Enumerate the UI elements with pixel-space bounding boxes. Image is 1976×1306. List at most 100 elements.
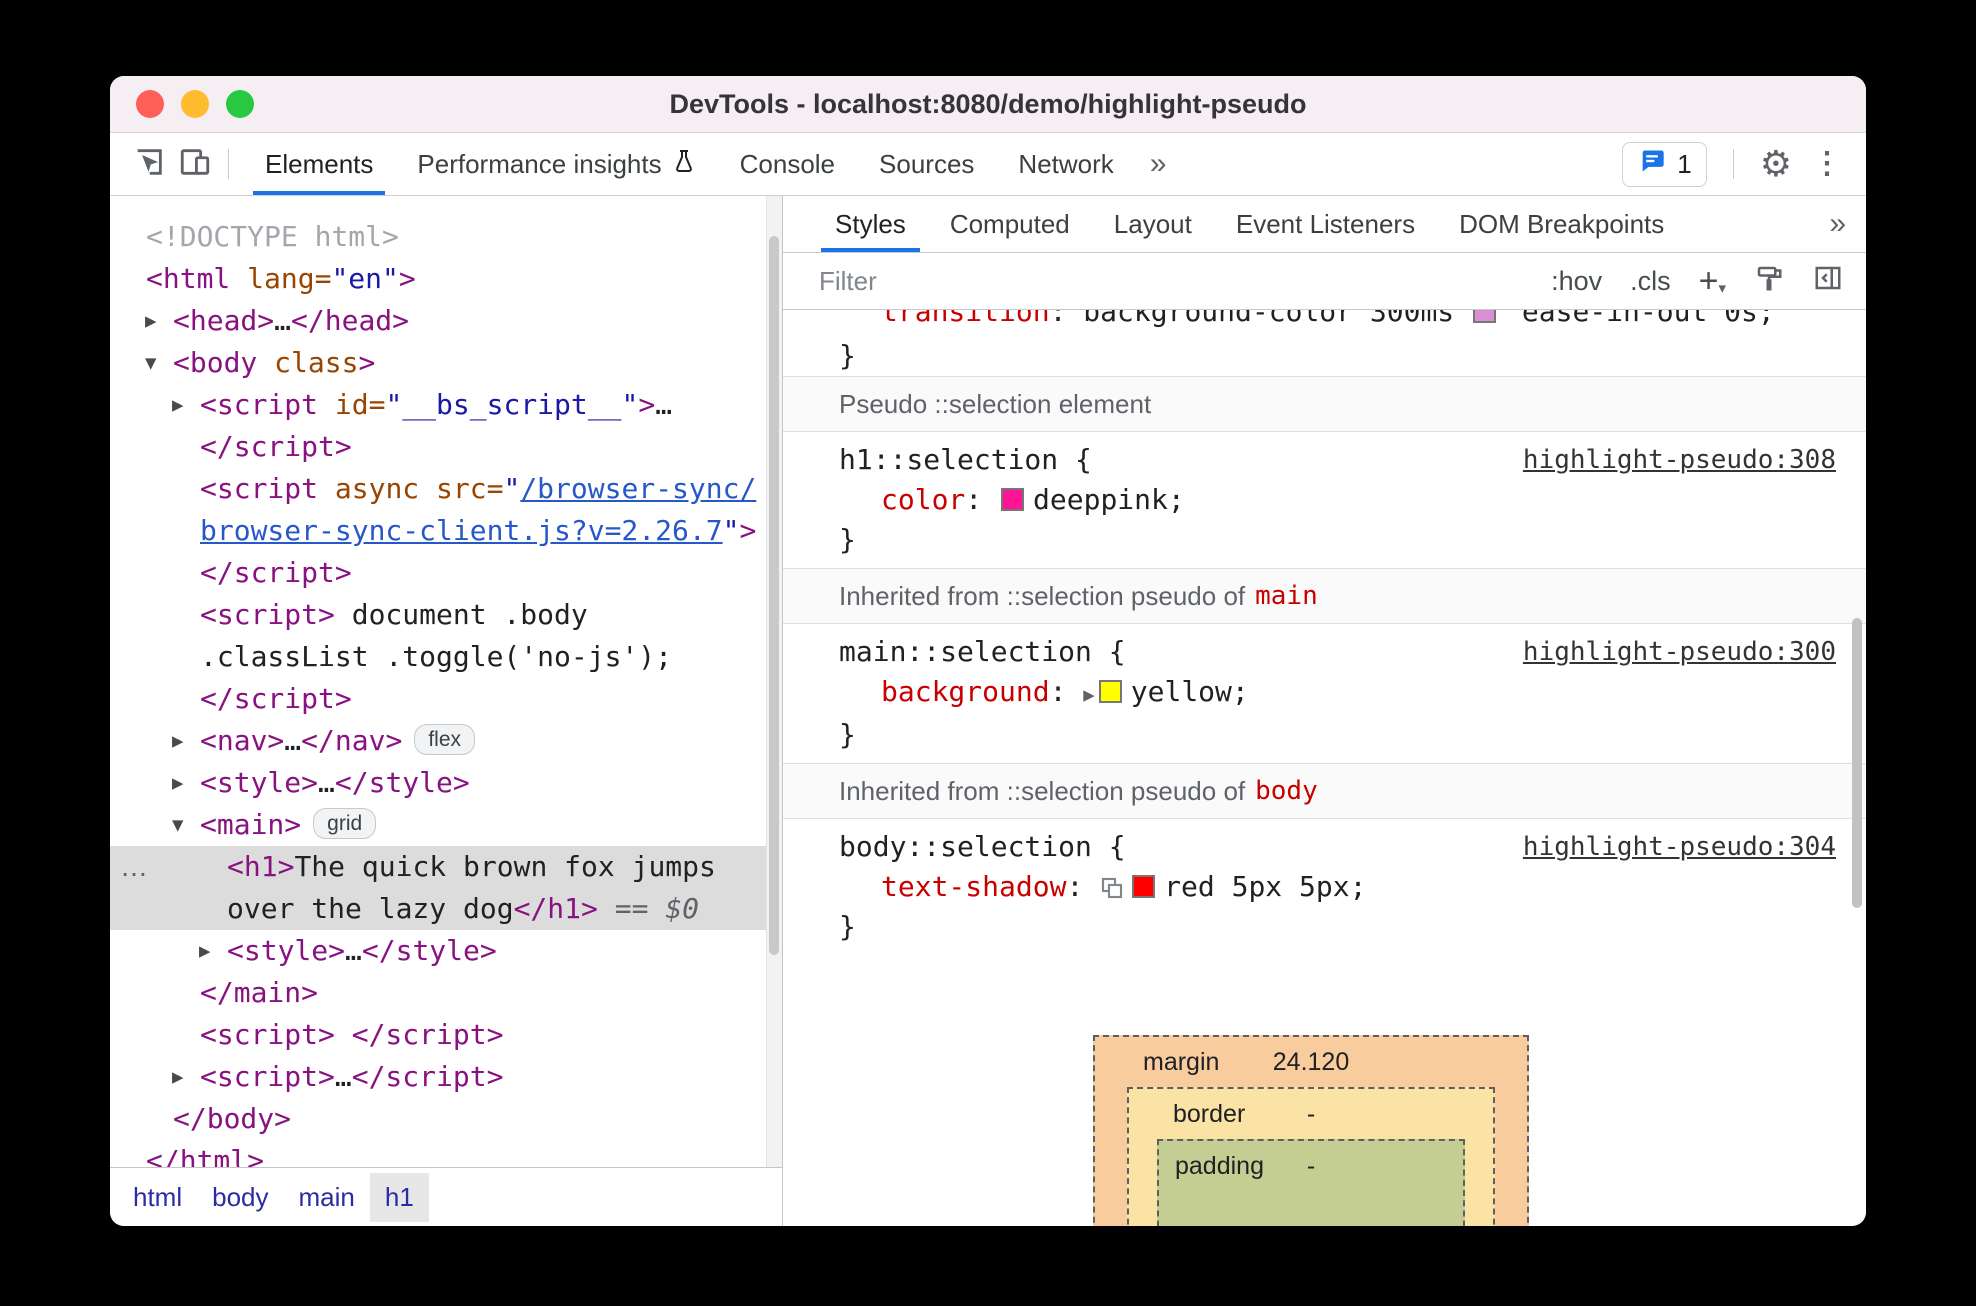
- dom-tree-row[interactable]: over the lazy dog</h1> == $0: [110, 888, 767, 930]
- dom-tree-row[interactable]: <script> document .body: [110, 594, 767, 636]
- dom-tree-row[interactable]: </main>: [110, 972, 767, 1014]
- dom-tree-row[interactable]: </script>: [110, 426, 767, 468]
- disclosure-arrow-icon[interactable]: ▶: [172, 1056, 183, 1098]
- css-declaration[interactable]: background: ▶ yellow;: [783, 672, 1866, 715]
- elements-scrollbar[interactable]: [766, 196, 782, 1168]
- disclosure-arrow-icon[interactable]: ▶: [145, 300, 156, 342]
- tab-performance-insights[interactable]: Performance insights: [395, 133, 717, 195]
- breadcrumb-item-h1[interactable]: h1: [369, 1172, 429, 1222]
- shadow-editor-icon[interactable]: [1100, 870, 1130, 903]
- dom-tree-row[interactable]: </body>: [110, 1098, 767, 1140]
- minimize-button[interactable]: [181, 90, 209, 118]
- css-property-name[interactable]: background: [881, 675, 1050, 708]
- styles-scrollbar-thumb[interactable]: [1852, 618, 1862, 908]
- issues-button[interactable]: 1: [1622, 141, 1707, 187]
- dom-tree-row[interactable]: … <h1>The quick brown fox jumps: [110, 846, 767, 888]
- dom-tree-row[interactable]: </script>: [110, 552, 767, 594]
- dom-tree-row[interactable]: <html lang="en">: [110, 258, 767, 300]
- dom-tree-row[interactable]: browser-sync-client.js?v=2.26.7">: [110, 510, 767, 552]
- css-selector[interactable]: body::selection {: [839, 830, 1126, 863]
- sidebar-tab-dom-breakpoints[interactable]: DOM Breakpoints: [1437, 196, 1686, 252]
- disclosure-arrow-icon[interactable]: ▶: [172, 384, 183, 426]
- tab-elements[interactable]: Elements: [243, 133, 395, 195]
- dom-tree-row[interactable]: ▼ <main> grid: [110, 804, 767, 846]
- close-button[interactable]: [136, 90, 164, 118]
- css-property-name[interactable]: transition: [881, 310, 1050, 328]
- breadcrumb-item-main[interactable]: main: [284, 1173, 370, 1222]
- sidebar-tab-layout[interactable]: Layout: [1092, 196, 1214, 252]
- toggle-class-button[interactable]: .cls: [1630, 266, 1671, 297]
- dom-tree-row[interactable]: <script> </script>: [110, 1014, 767, 1056]
- dom-tree-row[interactable]: ▶ <nav>…</nav> flex: [110, 720, 767, 762]
- css-selector[interactable]: h1::selection {: [839, 443, 1092, 476]
- breadcrumb-item-body[interactable]: body: [197, 1173, 283, 1222]
- css-property-value[interactable]: yellow;: [1131, 675, 1249, 708]
- css-selector[interactable]: main::selection {: [839, 635, 1126, 668]
- tab-console[interactable]: Console: [718, 133, 857, 195]
- inspect-element-button[interactable]: [126, 141, 172, 187]
- flex-badge[interactable]: flex: [414, 724, 475, 755]
- color-swatch[interactable]: [1001, 488, 1025, 511]
- sidebar-tab-styles[interactable]: Styles: [813, 196, 928, 252]
- device-toolbar-button[interactable]: [172, 141, 218, 187]
- grid-badge[interactable]: grid: [313, 808, 377, 839]
- dom-tree-row[interactable]: ▶ <style>…</style>: [110, 930, 767, 972]
- color-swatch[interactable]: [1473, 310, 1497, 323]
- sidebar-tab-computed[interactable]: Computed: [928, 196, 1092, 252]
- css-declaration[interactable]: color: deeppink;: [783, 480, 1866, 520]
- padding-top-value[interactable]: -: [1159, 1152, 1463, 1181]
- dom-tree-row[interactable]: <script async src="/browser-sync/: [110, 468, 767, 510]
- dom-tree-row[interactable]: ▶ <style>…</style>: [110, 762, 767, 804]
- margin-top-value[interactable]: 24.120: [1127, 1048, 1495, 1077]
- css-property-value[interactable]: red 5px 5px;: [1164, 870, 1366, 903]
- dom-tree-row[interactable]: </html>: [110, 1140, 767, 1168]
- disclosure-arrow-icon[interactable]: ▼: [145, 342, 156, 384]
- box-model-padding[interactable]: padding -: [1157, 1139, 1465, 1226]
- menu-kebab-icon[interactable]: ⋮: [1808, 149, 1846, 179]
- sidebar-tab-event-listeners[interactable]: Event Listeners: [1214, 196, 1437, 252]
- css-property-value[interactable]: ease-in-out 0s;: [1505, 310, 1775, 328]
- overflow-menu-icon[interactable]: …: [120, 846, 148, 888]
- node-link-body[interactable]: body: [1255, 776, 1318, 806]
- resource-link[interactable]: browser-sync-client.js?v=2.26.7: [200, 514, 723, 547]
- disclosure-arrow-icon[interactable]: ▶: [199, 930, 210, 972]
- disclosure-arrow-icon[interactable]: ▶: [172, 720, 183, 762]
- node-link-main[interactable]: main: [1255, 581, 1318, 611]
- style-source-link[interactable]: highlight-pseudo:304: [1523, 827, 1836, 867]
- tab-network[interactable]: Network: [996, 133, 1135, 195]
- more-tabs-chevron[interactable]: »: [1136, 147, 1181, 181]
- dom-tree-row[interactable]: ▶ <script>…</script>: [110, 1056, 767, 1098]
- color-swatch[interactable]: [1098, 680, 1122, 703]
- css-property-value[interactable]: deeppink;: [1033, 483, 1185, 516]
- toggle-element-state-button[interactable]: :hov: [1551, 266, 1602, 297]
- dom-tree-row[interactable]: ▼ <body class>: [110, 342, 767, 384]
- disclosure-arrow-icon[interactable]: ▶: [172, 762, 183, 804]
- css-declaration[interactable]: text-shadow: red 5px 5px;: [783, 867, 1866, 907]
- settings-gear-icon[interactable]: ⚙: [1760, 146, 1792, 182]
- disclosure-arrow-icon[interactable]: ▼: [172, 804, 183, 846]
- border-top-value[interactable]: -: [1157, 1100, 1465, 1129]
- zoom-button[interactable]: [226, 90, 254, 118]
- paint-roller-icon[interactable]: [1754, 263, 1784, 300]
- dom-tree-row[interactable]: ▶ <head>…</head>: [110, 300, 767, 342]
- more-sidebar-tabs-chevron[interactable]: »: [1809, 196, 1866, 252]
- expand-value-icon[interactable]: ▶: [1083, 684, 1094, 706]
- dom-tree-row[interactable]: </script>: [110, 678, 767, 720]
- dom-tree-row[interactable]: ▶ <script id="__bs_script__">…: [110, 384, 767, 426]
- style-source-link[interactable]: highlight-pseudo:308: [1523, 440, 1836, 480]
- toggle-computed-sidebar-icon[interactable]: [1812, 263, 1844, 300]
- box-model-border[interactable]: border - padding -: [1127, 1087, 1495, 1226]
- css-property-name[interactable]: text-shadow: [881, 870, 1066, 903]
- resource-link[interactable]: /browser-sync/: [520, 472, 756, 505]
- css-property-name[interactable]: color: [881, 483, 965, 516]
- elements-scrollbar-thumb[interactable]: [769, 236, 779, 956]
- dom-tree-row[interactable]: .classList .toggle('no-js');: [110, 636, 767, 678]
- new-style-rule-button[interactable]: + ▾: [1699, 264, 1726, 298]
- dom-tree-row[interactable]: <!DOCTYPE html>: [110, 216, 767, 258]
- styles-filter-input[interactable]: [817, 264, 1341, 298]
- box-model-margin[interactable]: margin 24.120 border - padding -: [1093, 1035, 1529, 1226]
- tab-sources[interactable]: Sources: [857, 133, 996, 195]
- css-declaration[interactable]: transition: background-color 300ms ease-…: [783, 310, 1866, 332]
- color-swatch[interactable]: [1132, 875, 1156, 898]
- style-source-link[interactable]: highlight-pseudo:300: [1523, 632, 1836, 672]
